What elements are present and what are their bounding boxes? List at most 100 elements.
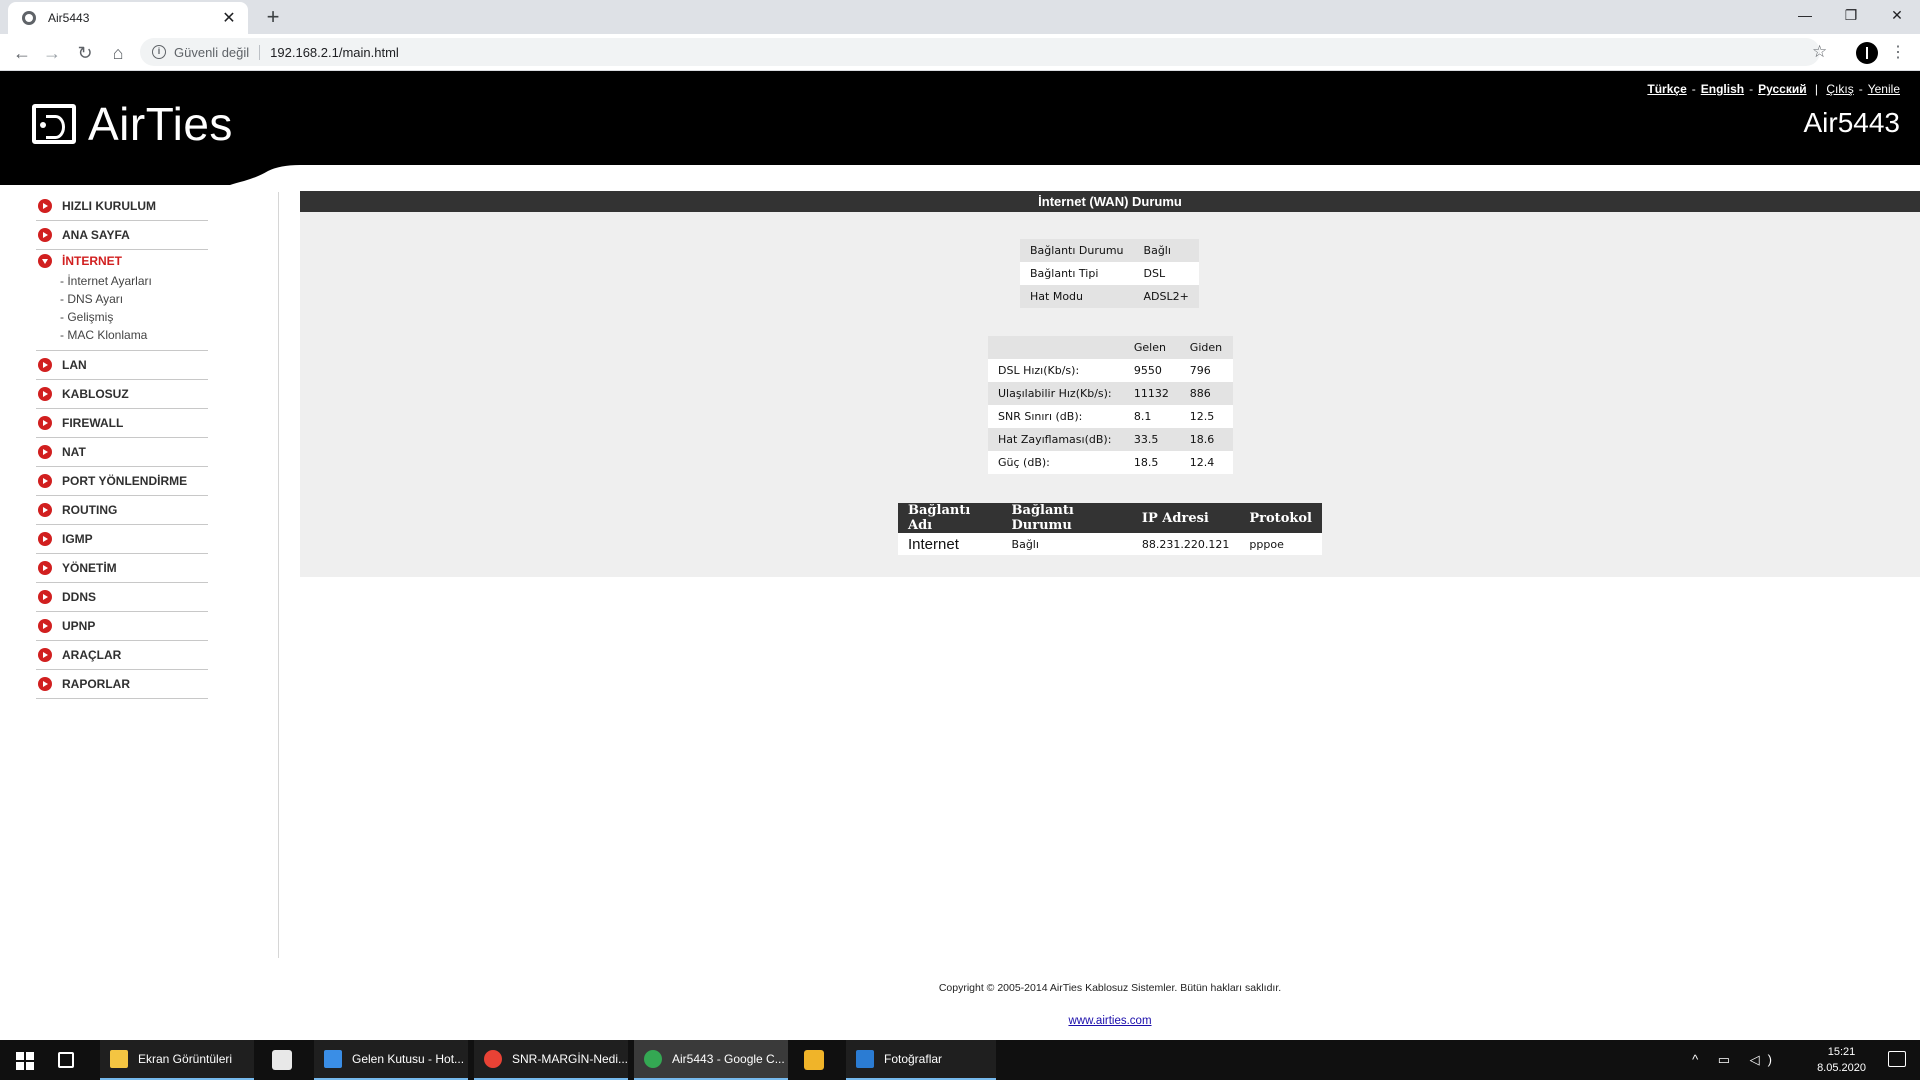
submenu-advanced[interactable]: - Gelişmiş (60, 308, 208, 326)
sidebar-item-upnp[interactable]: UPNP (36, 612, 208, 641)
table-row: Ulaşılabilir Hız(Kb/s): 11132 886 (988, 382, 1233, 405)
notification-icon[interactable] (1888, 1051, 1906, 1067)
pinned-app-icon[interactable] (804, 1050, 824, 1070)
security-label[interactable]: Güvenli değil (174, 44, 261, 60)
system-tray-icons[interactable]: ^ ▭ ◁) (1692, 1052, 1780, 1068)
clock[interactable]: 15:21 8.05.2020 (1817, 1044, 1866, 1076)
sidebar-item-wireless[interactable]: KABLOSUZ (36, 380, 208, 409)
chrome-icon (644, 1050, 662, 1068)
airties-logo: AirTies (32, 98, 233, 150)
arrow-bullet-icon (38, 228, 52, 242)
taskbar-app-mail[interactable]: Gelen Kutusu - Hot... (314, 1040, 468, 1080)
page-title: İnternet (WAN) Durumu (300, 191, 1920, 212)
sidebar-item-internet[interactable]: İNTERNET (36, 250, 208, 272)
sidebar-divider (278, 192, 279, 958)
sidebar-item-routing[interactable]: ROUTING (36, 496, 208, 525)
arrow-bullet-icon (38, 619, 52, 633)
arrow-down-bullet-icon (38, 254, 52, 268)
sidebar-item-firewall[interactable]: FIREWALL (36, 409, 208, 438)
browser-toolbar: ← → ↻ ⌂ i Güvenli değil 192.168.2.1/main… (0, 34, 1920, 71)
forward-arrow-icon[interactable]: → (38, 39, 66, 67)
table-row: SNR Sınırı (dB): 8.1 12.5 (988, 405, 1233, 428)
router-page: AirTies Türkçe - English - Русский | Çıkış - Y… (0, 71, 1920, 1040)
globe-icon (22, 11, 36, 25)
windows-start-icon[interactable] (0, 1040, 46, 1080)
wan-status-panel: İnternet (WAN) Durumu Bağlantı Durumu Bağ… (300, 191, 1920, 577)
sidebar-item-quick-setup[interactable]: HIZLI KURULUM (36, 192, 208, 221)
table-row: Internet Bağlı 88.231.220.121 pppoe (898, 533, 1322, 555)
new-tab-button[interactable]: + (260, 4, 286, 30)
header-curve-decoration (0, 165, 300, 185)
footer-link-wrapper: www.airties.com (0, 1015, 1920, 1027)
tab-strip: Air5443 ✕ + — ❐ ✕ (0, 0, 1920, 34)
language-links: Türkçe - English - Русский | Çıkış - Yenile (1647, 82, 1900, 96)
sidebar-item-nat[interactable]: NAT (36, 438, 208, 467)
logout-link[interactable]: Çıkış (1826, 82, 1853, 96)
arrow-bullet-icon (38, 474, 52, 488)
sidebar-item-home[interactable]: ANA SAYFA (36, 221, 208, 250)
refresh-link[interactable]: Yenile (1868, 82, 1900, 96)
table-row: Hat Modu ADSL2+ (1020, 285, 1199, 308)
arrow-bullet-icon (38, 416, 52, 430)
connection-status-table: Bağlantı Durumu Bağlı Bağlantı Tipi DSL Ha… (1020, 239, 1199, 308)
arrow-bullet-icon (38, 677, 52, 691)
arrow-bullet-icon (38, 199, 52, 213)
submenu-dns-settings[interactable]: - DNS Ayarı (60, 290, 208, 308)
lang-turkish-link[interactable]: Türkçe (1647, 82, 1686, 96)
taskbar-app-photos[interactable]: Fotoğraflar (846, 1040, 996, 1080)
url-text[interactable]: 192.168.2.1/main.html (270, 45, 399, 60)
sidebar-item-management[interactable]: YÖNETİM (36, 554, 208, 583)
bookmark-star-icon[interactable]: ☆ (1812, 42, 1827, 62)
minimize-button[interactable]: — (1782, 0, 1828, 30)
airties-logo-icon (32, 104, 76, 144)
arrow-bullet-icon (38, 358, 52, 372)
arrow-bullet-icon (38, 387, 52, 401)
submenu-internet-settings[interactable]: - İnternet Ayarları (60, 272, 208, 290)
sidebar-item-reports[interactable]: RAPORLAR (36, 670, 208, 699)
table-row: Güç (dB): 18.5 12.4 (988, 451, 1233, 474)
table-header-row: Gelen Giden (988, 336, 1233, 359)
profile-avatar[interactable] (1856, 42, 1878, 64)
sidebar-item-tools[interactable]: ARAÇLAR (36, 641, 208, 670)
dsl-stats-table: Gelen Giden DSL Hızı(Kb/s): 9550 796 Ulaşı… (988, 336, 1233, 474)
sidebar-item-port-forwarding[interactable]: PORT YÖNLENDİRME (36, 467, 208, 496)
address-bar[interactable]: i Güvenli değil 192.168.2.1/main.html (140, 38, 1820, 66)
page-header: AirTies Türkçe - English - Русский | Çıkış - Y… (0, 71, 1920, 165)
sidebar-item-igmp[interactable]: IGMP (36, 525, 208, 554)
tab-title: Air5443 (48, 11, 90, 25)
sidebar-item-lan[interactable]: LAN (36, 351, 208, 380)
lang-russian-link[interactable]: Русский (1758, 82, 1807, 96)
connections-table: Bağlantı Adı Bağlantı Durumu IP Adresi P… (898, 503, 1322, 555)
lang-english-link[interactable]: English (1701, 82, 1744, 96)
brand-name: AirTies (88, 98, 233, 150)
home-icon[interactable]: ⌂ (104, 39, 132, 67)
tab-close-icon[interactable]: ✕ (220, 8, 238, 28)
table-header-row: Bağlantı Adı Bağlantı Durumu IP Adresi P… (898, 503, 1322, 533)
taskbar-app-chrome-snr[interactable]: SNR-MARGİN-Nedi... (474, 1040, 628, 1080)
info-icon[interactable]: i (152, 45, 166, 59)
task-view-icon[interactable] (58, 1052, 74, 1068)
browser-tab[interactable]: Air5443 ✕ (8, 2, 248, 34)
menu-kebab-icon[interactable]: ⋮ (1890, 42, 1906, 62)
store-icon[interactable] (272, 1050, 292, 1070)
mail-icon (324, 1050, 342, 1068)
model-name: Air5443 (1803, 107, 1900, 138)
sidebar-item-ddns[interactable]: DDNS (36, 583, 208, 612)
airties-website-link[interactable]: www.airties.com (1068, 1015, 1151, 1027)
taskbar-app-chrome-air5443[interactable]: Air5443 - Google C... (634, 1040, 788, 1080)
back-arrow-icon[interactable]: ← (8, 39, 36, 67)
restore-button[interactable]: ❐ (1828, 0, 1874, 30)
table-row: Bağlantı Durumu Bağlı (1020, 239, 1199, 262)
reload-icon[interactable]: ↻ (71, 39, 99, 67)
taskbar-app-explorer[interactable]: Ekran Görüntüleri (100, 1040, 254, 1080)
table-row: Bağlantı Tipi DSL (1020, 262, 1199, 285)
table-row: Hat Zayıflaması(dB): 33.5 18.6 (988, 428, 1233, 451)
internet-submenu: - İnternet Ayarları - DNS Ayarı - Gelişm… (36, 272, 208, 351)
arrow-bullet-icon (38, 532, 52, 546)
photos-icon (856, 1050, 874, 1068)
arrow-bullet-icon (38, 590, 52, 604)
arrow-bullet-icon (38, 648, 52, 662)
window-close-button[interactable]: ✕ (1874, 0, 1920, 30)
submenu-mac-clone[interactable]: - MAC Klonlama (60, 326, 208, 344)
arrow-bullet-icon (38, 445, 52, 459)
